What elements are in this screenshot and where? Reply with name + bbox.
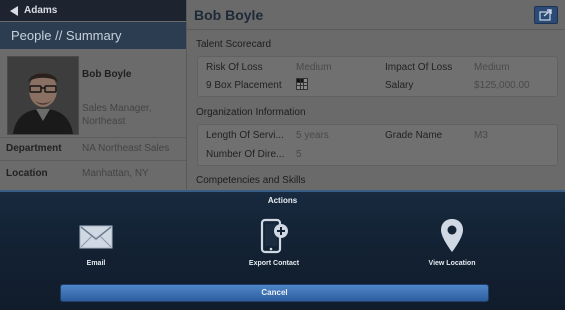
top-nav-bar: Adams bbox=[0, 0, 186, 21]
field-value: Medium bbox=[296, 62, 332, 73]
app-window: Adams People // Summary Bob Boyle Sales … bbox=[0, 0, 565, 310]
email-action-label: Email bbox=[86, 260, 106, 267]
field-value: 5 bbox=[296, 149, 302, 160]
section-title-competencies-and-skills: Competencies and Skills bbox=[196, 175, 306, 186]
export-contact-action-button[interactable]: Export Contact bbox=[219, 218, 329, 270]
export-contact-action-label: Export Contact bbox=[248, 260, 300, 267]
field-label: Grade Name bbox=[385, 130, 443, 141]
detail-row-location[interactable]: Location Manhattan, NY bbox=[0, 164, 186, 184]
divider bbox=[0, 160, 186, 161]
field-label: 9 Box Placement bbox=[206, 80, 282, 91]
profile-card[interactable]: Bob Boyle Sales Manager, Northeast bbox=[0, 50, 186, 136]
left-panel-header: People // Summary bbox=[0, 22, 186, 49]
profile-name: Bob Boyle bbox=[82, 69, 132, 80]
field-label: Impact Of Loss bbox=[385, 62, 453, 73]
talent-scorecard-box: Risk Of Loss Medium Impact Of Loss Mediu… bbox=[197, 56, 558, 97]
field-value: 5 years bbox=[296, 130, 329, 141]
back-button-label: Adams bbox=[24, 5, 58, 16]
envelope-icon bbox=[79, 225, 113, 249]
detail-value: NA Northeast Sales bbox=[82, 143, 170, 154]
share-icon bbox=[539, 9, 552, 21]
detail-label: Location bbox=[6, 168, 48, 179]
person-photo bbox=[8, 57, 78, 134]
cancel-button[interactable]: Cancel bbox=[60, 284, 489, 302]
email-action-button[interactable]: Email bbox=[41, 218, 151, 270]
field-value: Medium bbox=[474, 62, 510, 73]
field-label: Length Of Servi... bbox=[206, 130, 284, 141]
divider bbox=[187, 29, 565, 30]
phone-add-icon bbox=[260, 218, 288, 254]
actions-sheet: Actions Email Export Contact View Locati… bbox=[0, 190, 565, 310]
back-arrow-icon bbox=[10, 5, 18, 16]
detail-value: Manhattan, NY bbox=[82, 168, 149, 179]
detail-label: Department bbox=[6, 143, 62, 154]
nine-box-grid-icon[interactable] bbox=[296, 78, 308, 90]
page-title: Bob Boyle bbox=[194, 7, 264, 23]
field-label: Salary bbox=[385, 80, 414, 91]
back-button[interactable]: Adams bbox=[0, 0, 67, 21]
field-value: M3 bbox=[474, 130, 488, 141]
avatar bbox=[7, 56, 79, 135]
profile-job-title: Sales Manager, Northeast bbox=[82, 103, 152, 127]
actions-sheet-title: Actions bbox=[267, 196, 298, 205]
field-value: $125,000.00 bbox=[474, 80, 530, 91]
view-location-action-label: View Location bbox=[428, 260, 476, 267]
view-location-action-button[interactable]: View Location bbox=[397, 218, 507, 270]
detail-row-department[interactable]: Department NA Northeast Sales bbox=[0, 139, 186, 159]
field-label: Number Of Dire... bbox=[206, 149, 285, 160]
section-title-organization-information: Organization Information bbox=[196, 107, 306, 118]
divider bbox=[0, 137, 186, 138]
share-button[interactable] bbox=[534, 6, 558, 24]
section-title-talent-scorecard: Talent Scorecard bbox=[196, 39, 272, 50]
map-pin-icon bbox=[441, 219, 463, 252]
field-label: Risk Of Loss bbox=[206, 62, 263, 73]
organization-information-box: Length Of Servi... 5 years Grade Name M3… bbox=[197, 124, 558, 166]
